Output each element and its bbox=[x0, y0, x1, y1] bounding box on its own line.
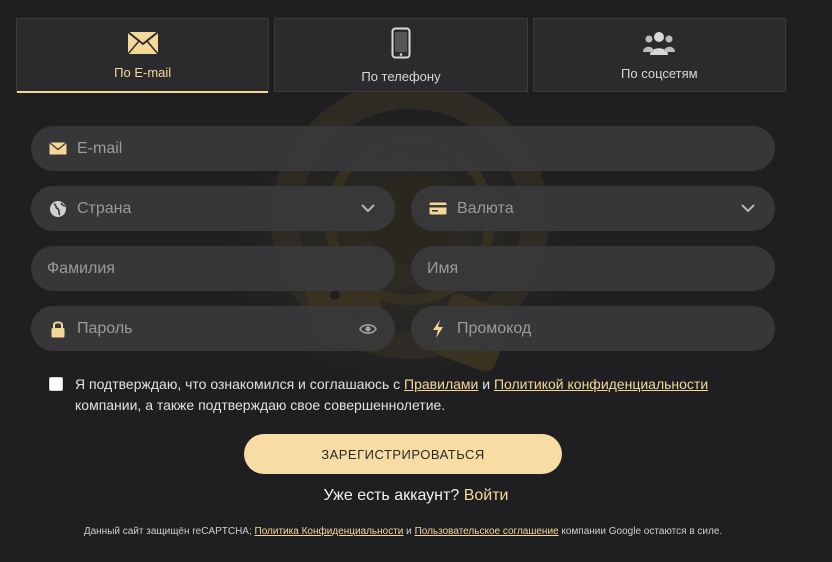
consent-text-part: Я подтверждаю, что ознакомился и соглаша… bbox=[75, 376, 405, 392]
consent-text-part: компании, а также подтверждаю свое совер… bbox=[75, 397, 446, 413]
tab-social[interactable]: По соцсетям bbox=[532, 18, 786, 92]
footer-text-part: и bbox=[403, 526, 415, 537]
country-placeholder: Страна bbox=[77, 199, 132, 217]
email-placeholder: E-mail bbox=[77, 139, 123, 157]
recaptcha-notice: Данный сайт защищён reCAPTCHA; Политика … bbox=[0, 526, 806, 537]
tab-social-label: По соцсетям bbox=[621, 65, 698, 81]
card-icon bbox=[427, 198, 449, 220]
consent-checkbox[interactable] bbox=[49, 377, 63, 391]
tab-email-label: По E-mail bbox=[114, 64, 172, 80]
name-placeholder: Имя bbox=[427, 259, 459, 277]
phone-icon bbox=[391, 27, 411, 58]
consent-text-part: и bbox=[478, 376, 494, 392]
login-prompt: Уже есть аккаунт? Войти bbox=[0, 487, 832, 505]
registration-page: По E-mail По телефону По соцсетям E-mail… bbox=[0, 0, 832, 562]
footer-text-part: компании Google остаются в силе. bbox=[558, 526, 723, 537]
country-select[interactable]: Страна bbox=[31, 186, 395, 231]
password-placeholder: Пароль bbox=[77, 319, 133, 337]
lock-icon bbox=[47, 318, 69, 340]
name-input[interactable]: Имя bbox=[411, 246, 775, 291]
register-button[interactable]: ЗАРЕГИСТРИРОВАТЬСЯ bbox=[244, 434, 562, 474]
google-terms-link[interactable]: Пользовательское соглашение bbox=[415, 526, 559, 537]
privacy-policy-link[interactable]: Политикой конфиденциальности bbox=[494, 376, 708, 392]
consent-row: Я подтверждаю, что ознакомился и соглаша… bbox=[49, 374, 749, 416]
login-question: Уже есть аккаунт? bbox=[323, 487, 464, 504]
surname-input[interactable]: Фамилия bbox=[31, 246, 395, 291]
promo-code-input[interactable]: Промокод bbox=[411, 306, 775, 351]
tab-email[interactable]: По E-mail bbox=[16, 18, 270, 93]
envelope-icon bbox=[47, 138, 69, 160]
registration-method-tabs: По E-mail По телефону По соцсетям bbox=[16, 18, 786, 93]
lightning-icon bbox=[427, 318, 449, 340]
promo-placeholder: Промокод bbox=[457, 319, 532, 337]
eye-icon[interactable] bbox=[357, 318, 379, 340]
envelope-icon bbox=[127, 30, 159, 54]
chevron-down-icon bbox=[357, 198, 379, 220]
chevron-down-icon bbox=[737, 198, 759, 220]
password-input[interactable]: Пароль bbox=[31, 306, 395, 351]
google-privacy-link[interactable]: Политика Конфиденциальности bbox=[255, 526, 404, 537]
currency-placeholder: Валюта bbox=[457, 199, 514, 217]
currency-select[interactable]: Валюта bbox=[411, 186, 775, 231]
tab-phone[interactable]: По телефону bbox=[274, 18, 528, 92]
users-icon bbox=[643, 31, 676, 55]
globe-icon bbox=[47, 198, 69, 220]
footer-text-part: Данный сайт защищён reCAPTCHA; bbox=[83, 526, 255, 537]
email-input[interactable]: E-mail bbox=[31, 126, 775, 171]
surname-placeholder: Фамилия bbox=[47, 259, 115, 277]
consent-text: Я подтверждаю, что ознакомился и соглаша… bbox=[75, 374, 708, 416]
tab-phone-label: По телефону bbox=[361, 68, 441, 84]
rules-link[interactable]: Правилами bbox=[404, 376, 478, 392]
login-link[interactable]: Войти bbox=[464, 487, 509, 504]
